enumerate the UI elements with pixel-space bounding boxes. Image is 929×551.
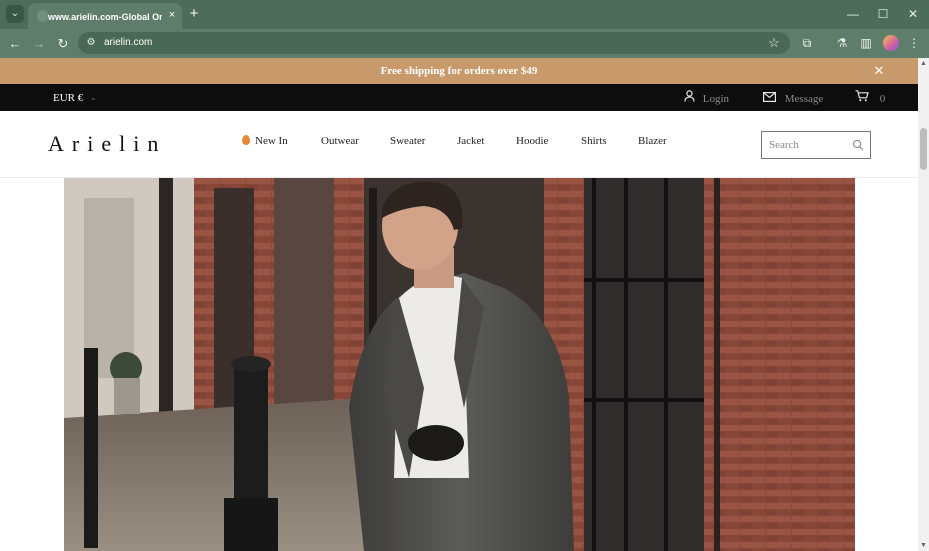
search-box[interactable] [761, 131, 871, 159]
search-icon[interactable] [852, 139, 864, 151]
login-label: Login [702, 93, 730, 105]
nav-shirts[interactable]: Shirts [581, 133, 607, 149]
currency-selector[interactable]: EUR € [53, 91, 83, 105]
web-page: Free shipping for orders over $49 ✕ EUR … [0, 58, 929, 551]
hero-illustration [64, 178, 855, 551]
extensions-icon[interactable]: ⧉ [799, 35, 815, 51]
scroll-up-icon[interactable]: ▲ [918, 58, 929, 69]
search-input[interactable] [763, 133, 847, 157]
browser-tab[interactable]: www.arielin.com-Global Online × [28, 3, 182, 29]
promo-text: Free shipping for orders over $49 [380, 65, 538, 77]
nav-jacket[interactable]: Jacket [457, 133, 484, 149]
new-tab-button[interactable]: + [186, 6, 202, 22]
nav-hoodie[interactable]: Hoodie [516, 133, 548, 149]
minimize-button[interactable]: — [845, 6, 861, 22]
utility-bar: EUR € ⌄ Login Message 0 [0, 84, 918, 111]
profile-avatar[interactable] [883, 35, 899, 51]
cart-icon [855, 90, 869, 106]
message-label: Message [784, 93, 824, 105]
maximize-button[interactable]: ☐ [875, 6, 891, 22]
tab-menu-icon[interactable]: ⌄ [6, 5, 24, 23]
scrollbar-thumb[interactable] [920, 128, 927, 170]
site-header: Arielin New In Outwear Sweater Jacket Ho… [0, 111, 918, 178]
chevron-down-icon[interactable]: ⌄ [90, 91, 97, 105]
tab-title: www.arielin.com-Global Online [48, 12, 162, 22]
nav-sweater[interactable]: Sweater [390, 133, 425, 149]
site-logo[interactable]: Arielin [48, 131, 166, 157]
nav-new-in[interactable]: New In [242, 133, 288, 149]
address-bar[interactable]: ⚙ arielin.com ☆ [78, 32, 790, 54]
scroll-down-icon[interactable]: ▼ [918, 540, 929, 551]
close-window-button[interactable]: ✕ [905, 6, 921, 22]
url-text[interactable]: arielin.com [104, 36, 152, 50]
flame-icon [242, 135, 250, 145]
tab-close-icon[interactable]: × [165, 8, 179, 22]
nav-blazer[interactable]: Blazer [638, 133, 667, 149]
message-link[interactable]: Message [762, 90, 823, 106]
reload-icon[interactable]: ↻ [54, 35, 72, 53]
kebab-menu-icon[interactable]: ⋮ [906, 35, 922, 51]
browser-tab-strip: ⌄ www.arielin.com-Global Online × + — ☐ … [0, 0, 929, 29]
star-icon[interactable]: ☆ [766, 35, 782, 51]
labs-icon[interactable]: ⚗ [834, 35, 850, 51]
back-icon[interactable]: ← [6, 35, 24, 53]
nav-outwear[interactable]: Outwear [321, 133, 359, 149]
promo-banner: Free shipping for orders over $49 ✕ [0, 58, 918, 84]
site-info-icon[interactable]: ⚙ [84, 36, 98, 50]
user-icon [682, 90, 696, 106]
hero-image[interactable] [64, 178, 855, 551]
side-panel-icon[interactable]: ▥ [858, 35, 874, 51]
nav-label: New In [255, 135, 288, 147]
cart-link[interactable]: 0 [855, 90, 885, 106]
close-icon[interactable]: ✕ [872, 64, 886, 78]
forward-icon[interactable]: → [30, 35, 48, 53]
login-link[interactable]: Login [682, 90, 729, 106]
mail-icon [762, 90, 776, 106]
cart-count: 0 [879, 93, 886, 105]
